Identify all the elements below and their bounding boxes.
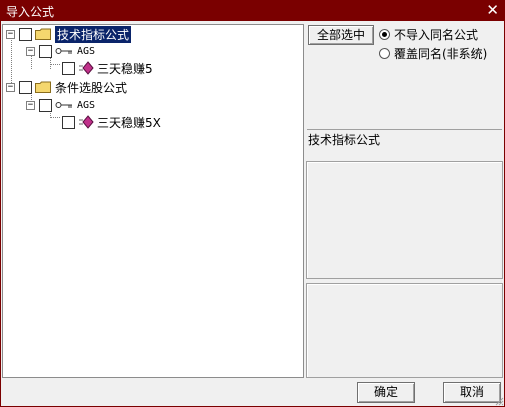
resize-grip-icon[interactable] — [494, 396, 504, 406]
select-all-button[interactable]: 全部选中 — [308, 25, 374, 45]
tree-checkbox[interactable] — [62, 115, 75, 129]
category-info: 技术指标公式 — [307, 129, 502, 157]
key-icon — [55, 48, 72, 54]
folder-icon — [35, 81, 51, 93]
tree-checkbox[interactable] — [19, 80, 32, 94]
tree-connector — [50, 64, 60, 65]
description-panel — [306, 161, 503, 279]
tree-node-label: AGS — [77, 99, 96, 111]
cancel-button[interactable]: 取消 — [443, 382, 501, 403]
radio-button[interactable] — [379, 48, 390, 59]
formula-gem-icon — [79, 61, 94, 75]
ok-button[interactable]: 确定 — [357, 382, 415, 403]
collapse-icon[interactable]: − — [6, 29, 15, 39]
tree-node-formula[interactable]: 三天稳赚5 — [62, 59, 153, 77]
radio-overwrite-duplicates[interactable]: 覆盖同名(非系统) — [379, 45, 487, 62]
tree-checkbox[interactable] — [39, 98, 52, 112]
tree-node-label: AGS — [77, 45, 96, 57]
formula-tree[interactable]: − 技术指标公式 − AGS 三天稳赚5 − 条件选股公式 − AGS 三天稳赚… — [2, 24, 304, 378]
detail-panel — [306, 283, 503, 378]
formula-gem-icon — [79, 115, 94, 129]
collapse-icon[interactable]: − — [26, 46, 35, 56]
tree-node-tech-indicators[interactable]: − 技术指标公式 — [6, 25, 132, 43]
close-icon[interactable]: ✕ — [486, 1, 499, 19]
tree-node-condition-select[interactable]: − 条件选股公式 — [6, 78, 127, 96]
tree-node-ags[interactable]: − AGS — [26, 96, 95, 114]
tree-node-label: 技术指标公式 — [55, 25, 132, 43]
tree-node-ags[interactable]: − AGS — [26, 42, 95, 60]
radio-skip-duplicates[interactable]: 不导入同名公式 — [379, 26, 478, 43]
tree-node-label: 条件选股公式 — [55, 80, 128, 95]
radio-label: 覆盖同名(非系统) — [394, 47, 488, 61]
tree-checkbox[interactable] — [39, 44, 52, 58]
radio-button[interactable] — [379, 29, 390, 40]
folder-icon — [35, 28, 51, 40]
key-icon — [55, 102, 72, 108]
radio-label: 不导入同名公式 — [394, 28, 479, 42]
collapse-icon[interactable]: − — [6, 82, 15, 92]
collapse-icon[interactable]: − — [26, 100, 35, 110]
tree-node-label: 三天稳赚5 — [97, 61, 153, 76]
tree-checkbox[interactable] — [62, 61, 75, 75]
tree-node-formula[interactable]: 三天稳赚5X — [62, 113, 161, 131]
tree-connector — [50, 117, 60, 118]
window-title: 导入公式 — [6, 5, 55, 19]
tree-checkbox[interactable] — [19, 27, 32, 41]
tree-node-label: 三天稳赚5X — [97, 115, 161, 130]
title-bar: 导入公式 ✕ — [0, 0, 505, 21]
